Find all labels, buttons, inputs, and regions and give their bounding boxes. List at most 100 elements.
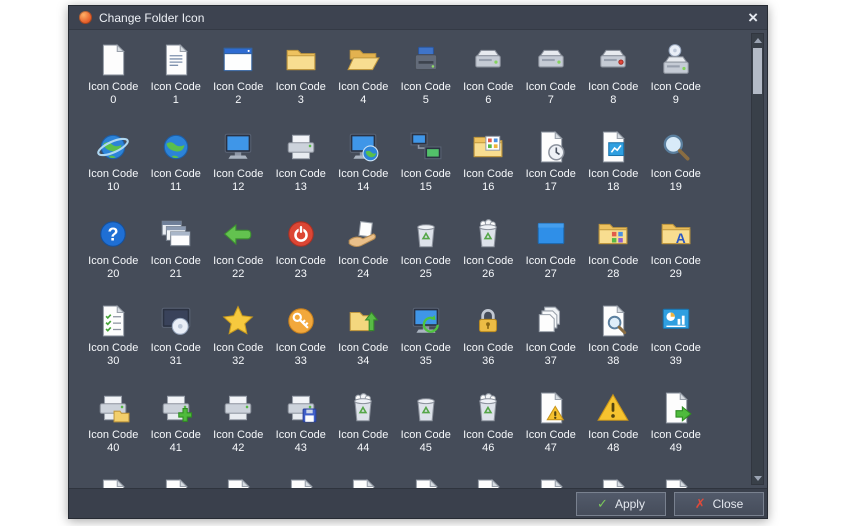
bin-full-icon: [471, 217, 505, 251]
icon-grid-item[interactable]: Icon Code 32: [207, 299, 270, 386]
desktop-background: Change Folder Icon × Icon Code 0 Icon Cod…: [0, 0, 845, 526]
icon-grid-item[interactable]: Icon Code 39: [645, 299, 708, 386]
icon-grid-item[interactable]: Icon Code 15: [395, 125, 458, 212]
page-icon: [103, 479, 125, 488]
icon-grid-item[interactable]: Icon Code 23: [270, 212, 333, 299]
icon-code-label: Icon Code 41: [150, 429, 201, 454]
icon-grid-item[interactable]: Icon Code 6: [457, 38, 520, 125]
app-icon: [79, 11, 92, 24]
icon-grid-item[interactable]: Icon Code 31: [145, 299, 208, 386]
titlebar[interactable]: Change Folder Icon ×: [69, 6, 767, 30]
icon-grid-item[interactable]: Icon Code 43: [270, 386, 333, 473]
icon-code-label: Icon Code 29: [650, 255, 701, 280]
apply-button[interactable]: ✓ Apply: [576, 491, 666, 516]
icon-grid-item[interactable]: Icon Code57: [520, 473, 583, 488]
icon-grid-item[interactable]: Icon Code 9: [645, 38, 708, 125]
icon-grid-item[interactable]: Icon Code 11: [145, 125, 208, 212]
dialog-title: Change Folder Icon: [99, 10, 205, 25]
icon-grid-item[interactable]: Icon Code 28: [582, 212, 645, 299]
icon-grid-item[interactable]: Icon Code 44: [332, 386, 395, 473]
icon-grid-item[interactable]: Icon Code53: [270, 473, 333, 488]
icon-code-label: Icon Code 19: [650, 168, 701, 193]
icon-grid-item[interactable]: Icon Code 46: [457, 386, 520, 473]
icon-code-label: Icon Code 18: [588, 168, 639, 193]
doc-warning-icon: [534, 391, 568, 425]
icon-grid-item[interactable]: Icon Code58: [582, 473, 645, 488]
icon-grid-item[interactable]: Icon Code 2: [207, 38, 270, 125]
icon-grid-item[interactable]: Icon Code 30: [82, 299, 145, 386]
close-icon[interactable]: ×: [748, 9, 758, 26]
blue-screen-icon: [537, 222, 565, 245]
icon-grid-item[interactable]: Icon Code 7: [520, 38, 583, 125]
icon-grid-item[interactable]: Icon Code 10: [82, 125, 145, 212]
icon-code-label: Icon Code 34: [338, 342, 389, 367]
hdd-icon: [475, 49, 501, 68]
icon-grid-item[interactable]: Icon Code 1: [145, 38, 208, 125]
icon-grid-item[interactable]: Icon Code 35: [395, 299, 458, 386]
icon-grid-item[interactable]: Icon Code 3: [270, 38, 333, 125]
scrollbar[interactable]: [751, 33, 764, 485]
page-icon: [415, 479, 437, 488]
scroll-up-arrow-icon[interactable]: [752, 34, 763, 46]
scroll-down-arrow-icon[interactable]: [752, 472, 763, 484]
change-folder-icon-dialog: Change Folder Icon × Icon Code 0 Icon Cod…: [68, 5, 768, 519]
icon-grid-item[interactable]: Icon Code 17: [520, 125, 583, 212]
icon-grid-item[interactable]: Icon Code 8: [582, 38, 645, 125]
icon-grid-item[interactable]: Icon Code 14: [332, 125, 395, 212]
icon-grid-item[interactable]: Icon Code 41: [145, 386, 208, 473]
icon-grid-item[interactable]: Icon Code 22: [207, 212, 270, 299]
icon-grid-item[interactable]: Icon Code56: [457, 473, 520, 488]
doc-chart-icon: [596, 130, 630, 164]
icon-grid-item[interactable]: Icon Code 16: [457, 125, 520, 212]
icon-grid-item[interactable]: Icon Code54: [332, 473, 395, 488]
icon-code-label: Icon Code 8: [588, 81, 639, 106]
footer-bar: ✓ Apply ✗ Close: [69, 488, 767, 518]
icon-grid-item[interactable]: Icon Code 18: [582, 125, 645, 212]
icon-grid-item[interactable]: Icon Code 36: [457, 299, 520, 386]
icon-grid-item[interactable]: Icon Code 48: [582, 386, 645, 473]
icon-grid-item[interactable]: Icon Code 42: [207, 386, 270, 473]
icon-grid-item[interactable]: Icon Code 0: [82, 38, 145, 125]
scrollbar-thumb[interactable]: [753, 48, 762, 94]
folder-icon: [286, 49, 316, 71]
icon-grid-item[interactable]: Icon Code55: [395, 473, 458, 488]
window-icon: [223, 47, 253, 72]
icon-grid-item[interactable]: Icon Code 19: [645, 125, 708, 212]
icon-code-label: Icon Code 27: [525, 255, 576, 280]
icon-grid-item[interactable]: Icon Code 20: [82, 212, 145, 299]
screen-cd-icon: [161, 307, 191, 335]
icon-grid-item[interactable]: Icon Code 21: [145, 212, 208, 299]
x-icon: ✗: [694, 495, 706, 511]
chart-screen-icon: [662, 308, 690, 330]
icon-grid-item[interactable]: Icon Code51: [145, 473, 208, 488]
page-icon: [603, 479, 625, 488]
icon-code-label: Icon Code 13: [275, 168, 326, 193]
icon-grid-item[interactable]: Icon Code59: [645, 473, 708, 488]
icon-grid-item[interactable]: Icon Code 37: [520, 299, 583, 386]
icon-grid-item[interactable]: Icon Code 24: [332, 212, 395, 299]
icon-grid-item[interactable]: Icon Code 29: [645, 212, 708, 299]
icon-grid-item[interactable]: Icon Code 40: [82, 386, 145, 473]
icon-code-label: Icon Code 17: [525, 168, 576, 193]
folder-up-icon: [349, 311, 379, 332]
icon-grid-item[interactable]: Icon Code50: [82, 473, 145, 488]
icon-grid-item[interactable]: Icon Code 45: [395, 386, 458, 473]
icon-grid-item[interactable]: Icon Code 38: [582, 299, 645, 386]
icon-grid-item[interactable]: Icon Code 49: [645, 386, 708, 473]
page-lines-icon: [159, 43, 193, 77]
icon-grid-item[interactable]: Icon Code 4: [332, 38, 395, 125]
close-button[interactable]: ✗ Close: [674, 491, 764, 516]
icon-grid-item[interactable]: Icon Code 47: [520, 386, 583, 473]
icon-grid-item[interactable]: Icon Code 26: [457, 212, 520, 299]
icon-grid-item[interactable]: Icon Code 5: [395, 38, 458, 125]
icon-grid-item[interactable]: Icon Code 25: [395, 212, 458, 299]
page-icon: [478, 479, 500, 488]
icon-grid-item[interactable]: Icon Code 33: [270, 299, 333, 386]
icon-grid-item[interactable]: Icon Code 27: [520, 212, 583, 299]
icon-grid-item[interactable]: Icon Code 12: [207, 125, 270, 212]
icon-grid-item[interactable]: Icon Code52: [207, 473, 270, 488]
icon-code-label: Icon Code 4: [338, 81, 389, 106]
icon-code-label: Icon Code 22: [213, 255, 264, 280]
icon-grid-item[interactable]: Icon Code 34: [332, 299, 395, 386]
icon-grid-item[interactable]: Icon Code 13: [270, 125, 333, 212]
